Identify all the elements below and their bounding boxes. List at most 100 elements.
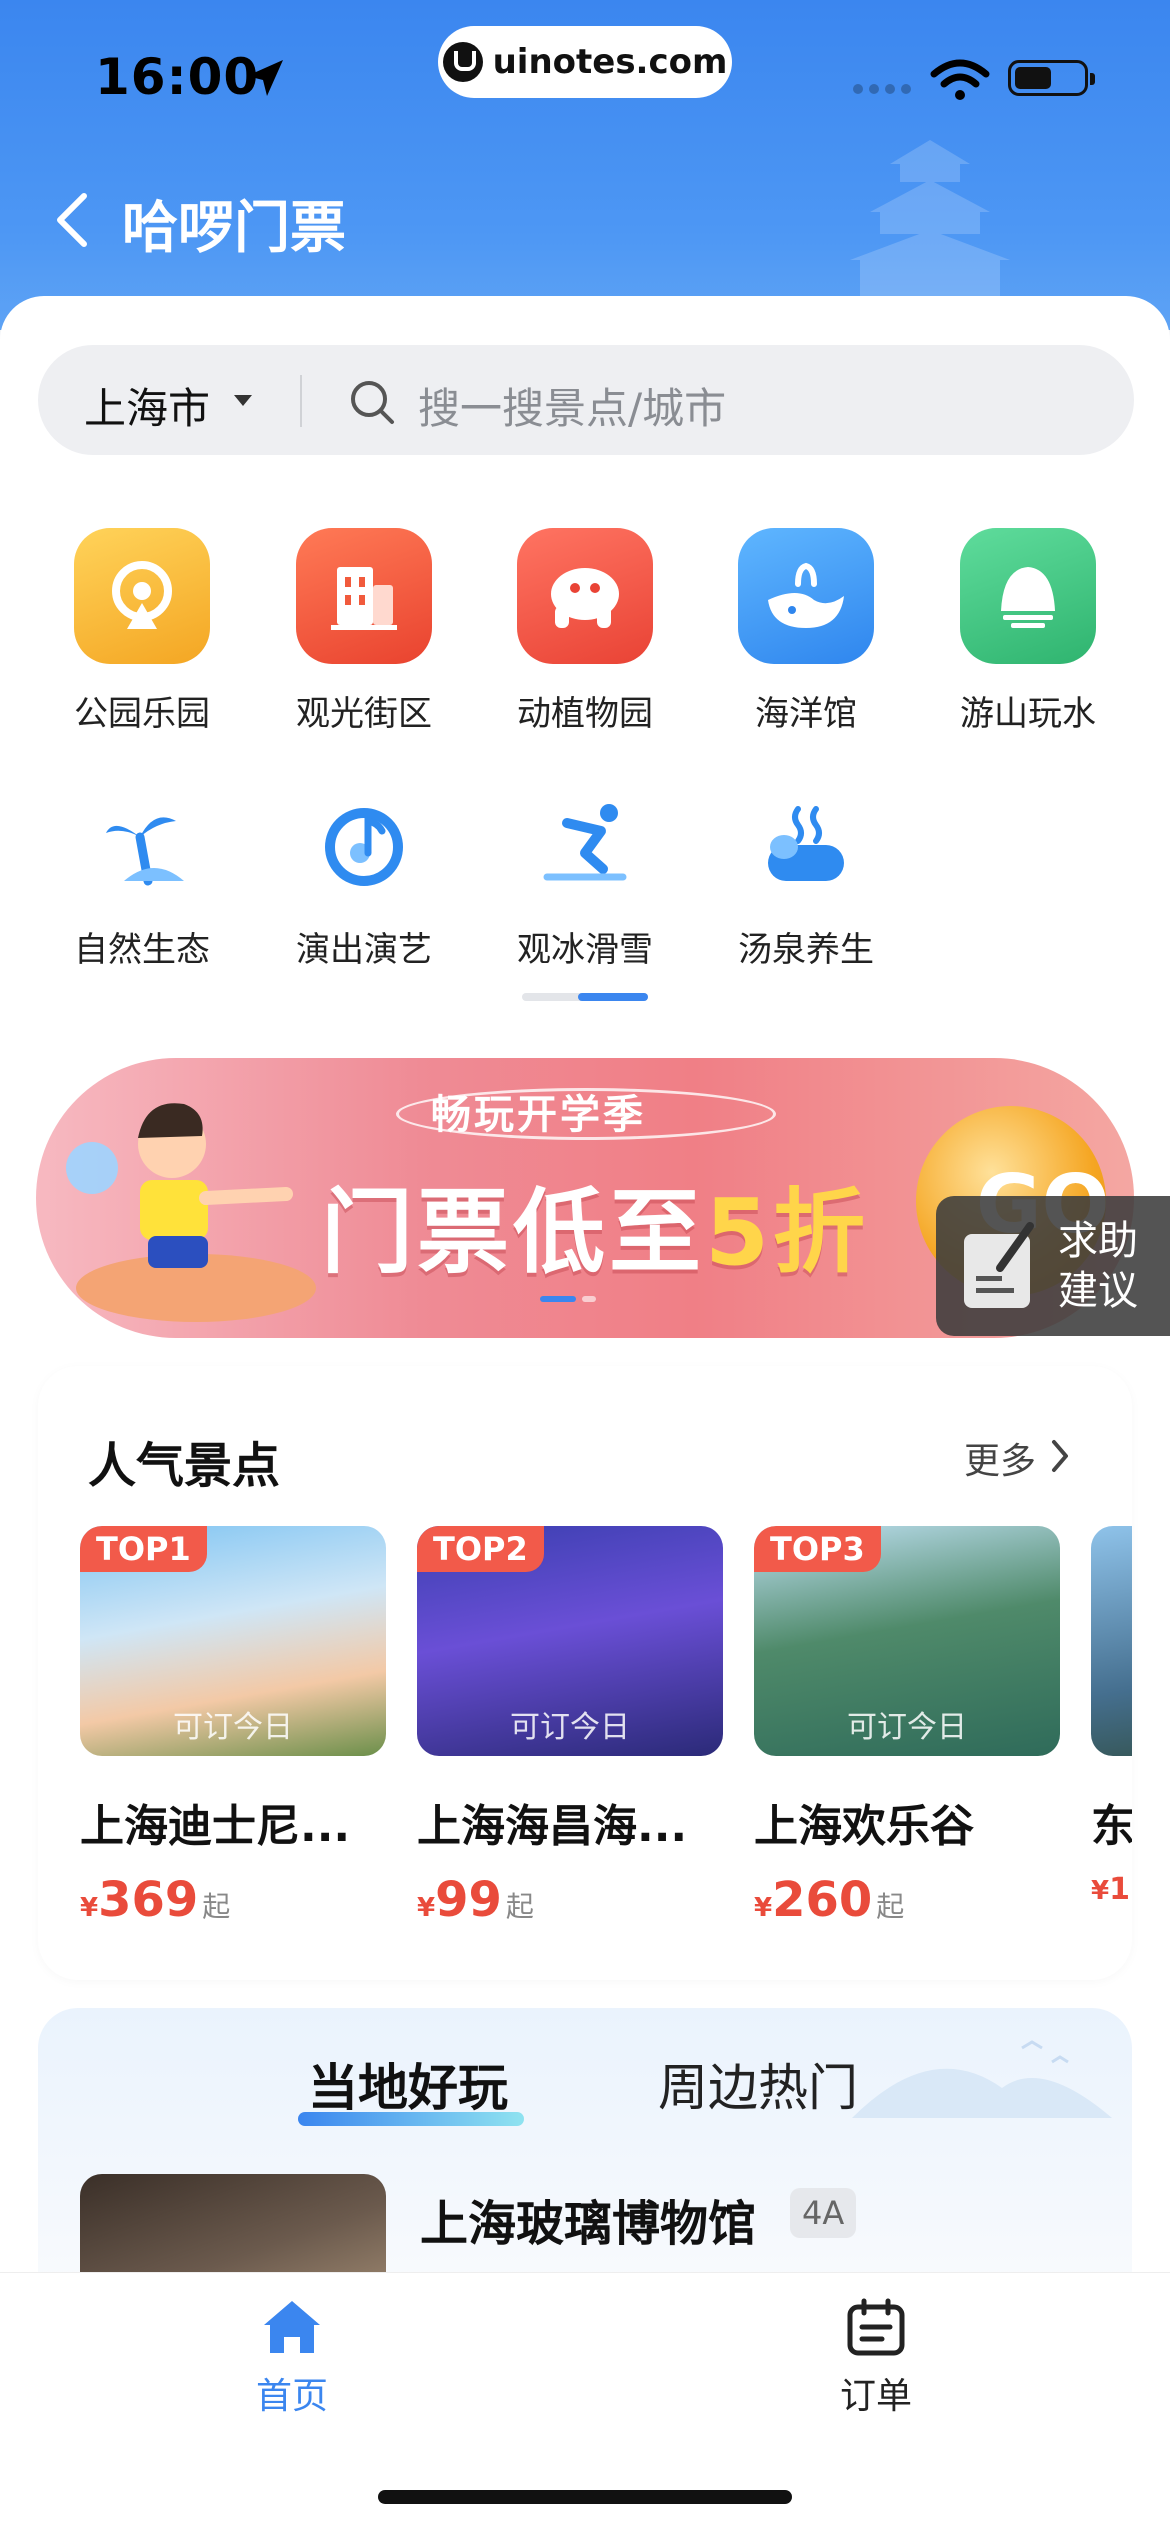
category-page-indicator <box>522 993 648 1001</box>
order-list-icon <box>847 2298 905 2356</box>
attraction-card[interactable]: 东 ¥1 <box>1091 1526 1132 1907</box>
attraction-price: ¥1 <box>1091 1872 1132 1907</box>
section-title: 人气景点 <box>88 1438 281 1494</box>
site-logo-icon <box>442 42 483 82</box>
availability-label: 可订今日 <box>510 1710 630 1745</box>
rank-badge: TOP3 <box>754 1526 881 1572</box>
chevron-right-icon[interactable] <box>1048 1438 1072 1474</box>
category-label: 动植物园 <box>517 694 653 734</box>
nav-label: 首页 <box>255 2376 328 2417</box>
category-label: 观光街区 <box>296 694 432 734</box>
page-title: 哈啰门票 <box>122 196 346 261</box>
help-line-2: 建议 <box>1058 1268 1138 1314</box>
tab-local-fun[interactable]: 当地好玩 <box>308 2048 508 2120</box>
note-pencil-icon <box>964 1222 1034 1308</box>
category-label: 观冰滑雪 <box>517 930 653 970</box>
rank-badge: TOP2 <box>417 1526 544 1572</box>
banner-headline-highlight: 5折 <box>705 1179 870 1286</box>
category-label: 公园乐园 <box>74 694 210 734</box>
wifi-icon <box>930 59 990 100</box>
location-arrow-icon <box>247 60 283 96</box>
availability-label: 可订今日 <box>173 1710 293 1745</box>
category-label: 汤泉养生 <box>738 930 874 970</box>
banner-page-indicator <box>540 1296 620 1302</box>
help-feedback-button[interactable]: 求助 建议 <box>936 1196 1170 1336</box>
whale-icon <box>738 528 874 664</box>
category-theme-park[interactable]: 公园乐园 <box>42 528 242 735</box>
status-bar: 16:00 uinotes.com <box>0 0 1170 150</box>
category-label: 自然生态 <box>74 930 210 970</box>
search-bar[interactable]: 上海市 搜一搜景点/城市 <box>38 345 1134 455</box>
url-text: uinotes.com <box>492 42 728 82</box>
skier-icon <box>530 790 640 900</box>
attraction-image <box>1091 1526 1132 1756</box>
rank-badge: TOP1 <box>80 1526 207 1572</box>
rating-badge: 4A <box>790 2188 857 2238</box>
attraction-card[interactable]: TOP1 可订今日 上海迪士尼... ¥369 起 <box>80 1526 386 1928</box>
price-value: 99 <box>435 1872 502 1928</box>
cellular-signal-icon <box>853 84 911 94</box>
hot-spring-icon <box>751 790 861 900</box>
category-performance[interactable]: 演出演艺 <box>264 790 464 971</box>
category-zoo[interactable]: 动植物园 <box>485 528 685 735</box>
building-icon <box>296 528 432 664</box>
currency-symbol: ¥ <box>754 1893 773 1923</box>
nav-label: 订单 <box>839 2376 912 2417</box>
more-link[interactable]: 更多 <box>964 1432 1036 1484</box>
availability-label: 可订今日 <box>847 1710 967 1745</box>
attraction-image: TOP1 可订今日 <box>80 1526 386 1756</box>
attraction-card[interactable]: TOP2 可订今日 上海海昌海... ¥99 起 <box>417 1526 723 1928</box>
temple-illustration <box>850 140 1010 300</box>
currency-symbol: ¥ <box>80 1893 99 1923</box>
category-nature[interactable]: 自然生态 <box>42 790 242 971</box>
caret-down-icon[interactable] <box>234 395 252 406</box>
banner-subtitle: 畅玩开学季 <box>431 1092 646 1138</box>
divider <box>300 375 302 427</box>
category-sightseeing-street[interactable]: 观光街区 <box>264 528 464 735</box>
search-input[interactable]: 搜一搜景点/城市 <box>418 375 726 436</box>
attraction-image: TOP3 可订今日 <box>754 1526 1060 1756</box>
back-chevron-icon[interactable] <box>52 190 92 250</box>
popular-attractions-section: 人气景点 更多 TOP1 可订今日 上海迪士尼... ¥369 起 TOP2 可订… <box>38 1366 1132 1980</box>
attraction-name[interactable]: 上海玻璃博物馆 <box>420 2184 756 2254</box>
palm-tree-icon <box>87 790 197 900</box>
attraction-price: ¥99 起 <box>417 1872 723 1928</box>
music-note-icon <box>309 790 419 900</box>
category-ice-ski[interactable]: 观冰滑雪 <box>485 790 685 971</box>
attraction-image: TOP2 可订今日 <box>417 1526 723 1756</box>
currency-symbol: ¥ <box>417 1893 436 1923</box>
nav-orders[interactable]: 订单 <box>806 2297 946 2419</box>
price-value: 260 <box>772 1872 873 1928</box>
skateboard-kid-illustration <box>66 1103 316 1322</box>
price-value: 369 <box>98 1872 199 1928</box>
search-icon <box>351 381 394 424</box>
currency-symbol: ¥ <box>1091 1876 1110 1906</box>
price-suffix: 起 <box>505 1890 534 1923</box>
attraction-name: 上海迪士尼... <box>80 1801 351 1852</box>
attraction-name: 上海海昌海... <box>417 1801 688 1852</box>
banner-headline-prefix: 门票低至 <box>321 1179 706 1286</box>
attraction-price: ¥260 起 <box>754 1872 1060 1928</box>
attraction-card[interactable]: TOP3 可订今日 上海欢乐谷 ¥260 起 <box>754 1526 1060 1928</box>
category-mountains-water[interactable]: 游山玩水 <box>928 528 1128 735</box>
city-selector[interactable]: 上海市 <box>84 375 210 436</box>
help-label: 求助 建议 <box>1058 1216 1138 1316</box>
mountain-icon <box>960 528 1096 664</box>
nav-home[interactable]: 首页 <box>222 2297 362 2419</box>
price-suffix: 起 <box>202 1890 231 1923</box>
category-label: 演出演艺 <box>296 930 432 970</box>
attraction-name: 东 <box>1091 1801 1132 1852</box>
price-suffix: 起 <box>876 1890 905 1923</box>
category-hot-spring[interactable]: 汤泉养生 <box>706 790 906 971</box>
banner-headline: 门票低至5折 <box>321 1158 869 1291</box>
attraction-price: ¥369 起 <box>80 1872 386 1928</box>
landscape-decoration <box>852 2040 1112 2118</box>
category-label: 海洋馆 <box>755 694 857 734</box>
attraction-name: 上海欢乐谷 <box>754 1801 974 1852</box>
category-label: 游山玩水 <box>960 694 1096 734</box>
category-aquarium[interactable]: 海洋馆 <box>706 528 906 735</box>
url-pill[interactable]: uinotes.com <box>438 26 732 98</box>
tab-nearby-hot[interactable]: 周边热门 <box>658 2048 858 2120</box>
elephant-icon <box>517 528 653 664</box>
help-line-1: 求助 <box>1058 1218 1138 1264</box>
